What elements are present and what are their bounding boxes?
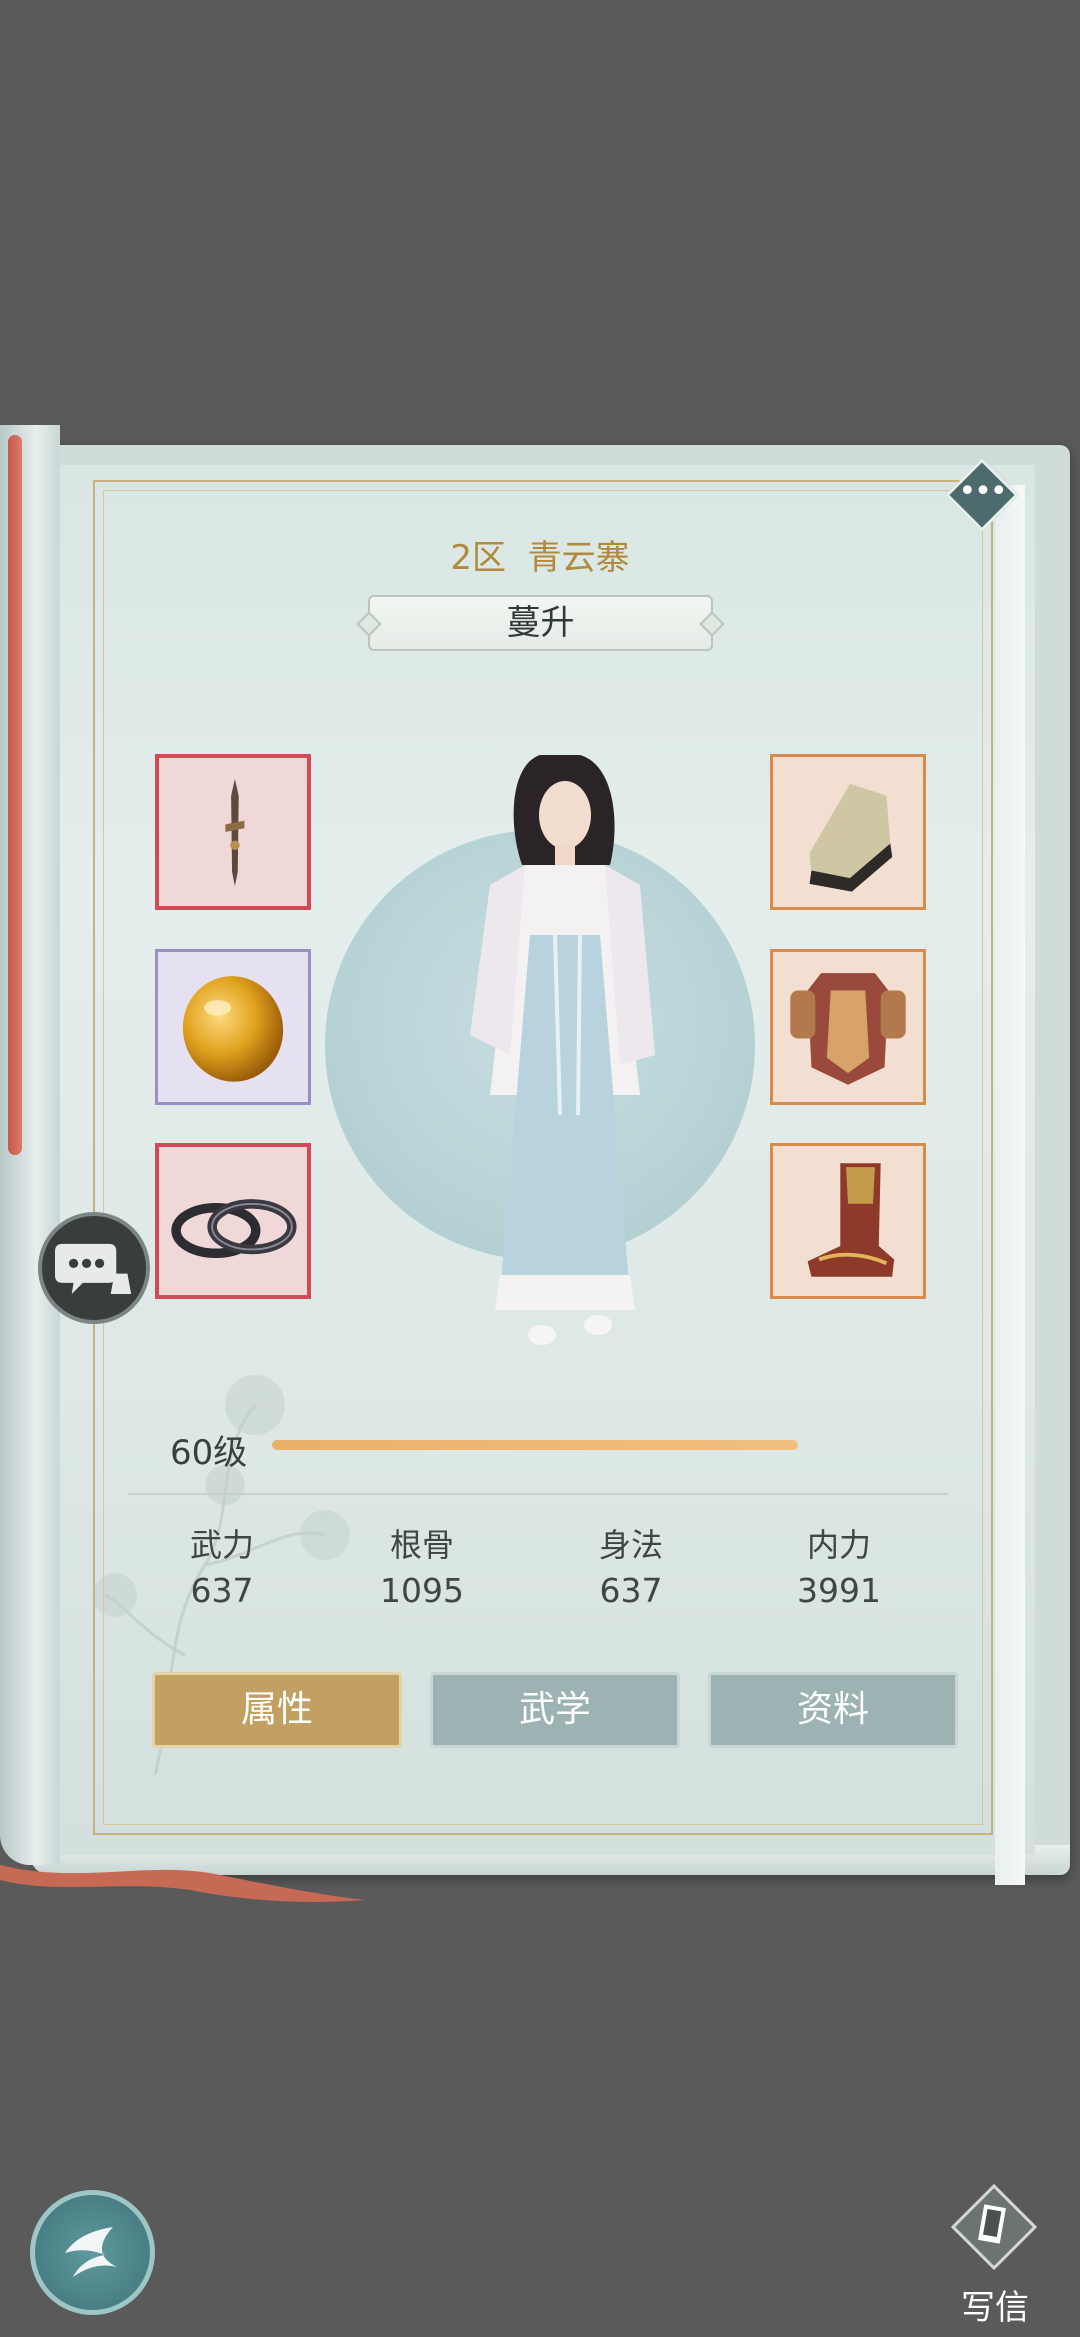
tab-attributes[interactable]: 属性 (152, 1672, 402, 1748)
stat-agility: 身法 637 (556, 1525, 706, 1617)
stat-label: 武力 (189, 1526, 254, 1564)
stat-internal-power: 内力 3991 (764, 1525, 914, 1617)
back-arrow-icon (65, 2227, 117, 2277)
stat-value: 3991 (797, 1571, 881, 1610)
bracelet-icon (171, 1199, 297, 1258)
equip-slot-bracelet[interactable] (155, 1143, 311, 1299)
stats-divider (128, 1493, 948, 1495)
level-progress-bar (272, 1440, 798, 1450)
write-letter-button[interactable]: 写信 (925, 2180, 1065, 2330)
level-label: 60级 (170, 1433, 248, 1473)
write-letter-label: 写信 (961, 2288, 1029, 2328)
back-button[interactable] (30, 2190, 155, 2315)
stat-label: 身法 (598, 1526, 663, 1564)
tab-profile-info[interactable]: 资料 (708, 1672, 958, 1748)
equip-slot-boots[interactable] (770, 1143, 926, 1299)
boots-icon (807, 1163, 895, 1277)
equip-slot-gem[interactable] (155, 949, 311, 1105)
level-progress-fill (272, 1440, 798, 1450)
stat-label: 内力 (806, 1526, 871, 1564)
red-bookmark (8, 435, 22, 1155)
chat-button[interactable] (38, 1212, 150, 1324)
tab-martial-arts[interactable]: 武学 (430, 1672, 680, 1748)
ribbon-tail-decoration (0, 1865, 365, 1902)
letter-card-icon (950, 2183, 1038, 2271)
equip-slot-weapon[interactable] (155, 754, 311, 910)
bracer-icon (809, 783, 893, 892)
server-sect-label: 2区 青云寨 (380, 530, 700, 579)
sect-label: 青云寨 (527, 538, 630, 578)
stat-value: 637 (599, 1571, 663, 1610)
armor-icon (790, 973, 906, 1085)
chat-bubble-icon (55, 1243, 132, 1294)
equip-slot-armor[interactable] (770, 949, 926, 1105)
character-name: 蔓升 (368, 595, 713, 651)
more-options-button[interactable]: ••• (942, 455, 1022, 535)
server-label: 2区 (450, 538, 506, 578)
character-figure (470, 755, 655, 1345)
stat-constitution: 根骨 1095 (347, 1525, 497, 1617)
equip-slot-bracer[interactable] (770, 754, 926, 910)
stat-value: 1095 (380, 1571, 464, 1610)
stat-value: 637 (190, 1571, 254, 1610)
stat-label: 根骨 (389, 1526, 454, 1564)
stat-strength: 武力 637 (147, 1525, 297, 1617)
page-curl (995, 485, 1025, 1885)
amber-gem-icon (182, 976, 284, 1082)
dagger-icon (225, 778, 245, 887)
book-left-pages (0, 425, 60, 1865)
